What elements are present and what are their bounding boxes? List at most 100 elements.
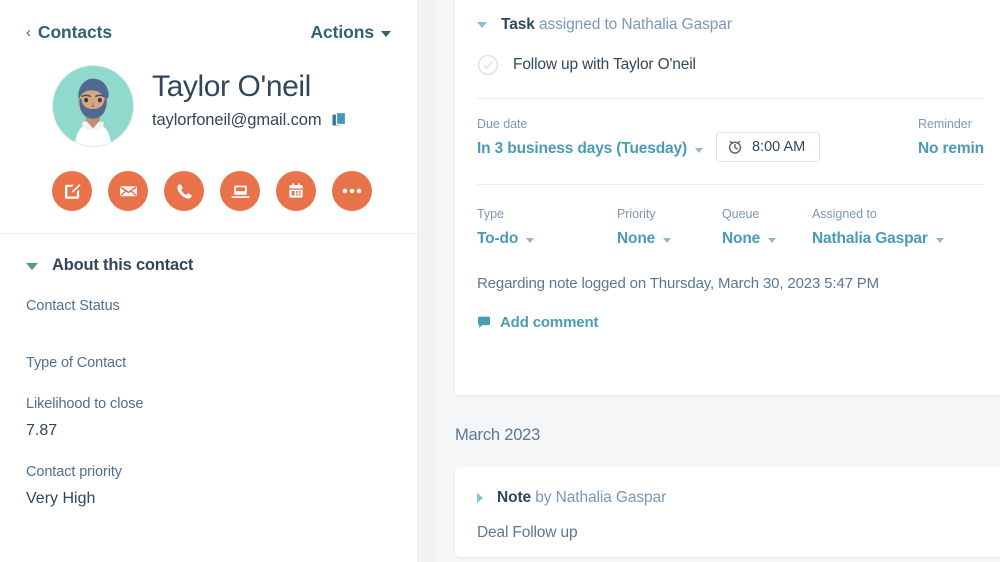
email-row: taylorfoneil@gmail.com	[152, 111, 347, 130]
field-label: Assigned to	[812, 207, 877, 221]
due-time-value: 8:00 AM	[752, 139, 806, 155]
property-value[interactable]: Very High	[26, 489, 391, 510]
chevron-down-icon	[381, 31, 391, 37]
call-button[interactable]	[164, 171, 204, 211]
property-value[interactable]: 7.87	[26, 421, 391, 442]
about-this-contact-section: About this contact Contact Status Type o…	[0, 234, 417, 510]
user-avatar-illustration	[53, 66, 133, 146]
contact-record-page: ‹ Contacts Actions Taylor O'neil taylorf…	[0, 0, 1000, 562]
field-value: None	[617, 230, 656, 247]
month-divider-label: March 2023	[455, 425, 541, 444]
about-section-header[interactable]: About this contact	[26, 256, 391, 275]
task-card-header[interactable]: Task assigned to Nathalia Gaspar	[455, 16, 1000, 34]
field-value: None	[722, 230, 761, 247]
copy-icon[interactable]	[332, 112, 347, 128]
task-assigned-to-dropdown[interactable]: Nathalia Gaspar	[812, 230, 944, 248]
month-divider: March 2023	[437, 403, 1000, 467]
field-value: Nathalia Gaspar	[812, 230, 928, 247]
due-time-input[interactable]: 8:00 AM	[716, 132, 821, 162]
reminder-value: No remin	[918, 140, 984, 157]
due-date-dropdown[interactable]: In 3 business days (Tuesday)	[477, 140, 703, 158]
contact-email: taylorfoneil@gmail.com	[152, 110, 322, 129]
chevron-down-icon	[526, 238, 535, 243]
note-author-text: by Nathalia Gaspar	[531, 489, 667, 506]
task-type-field: Type To-do	[477, 207, 617, 248]
property-label: Type of Contact	[26, 354, 127, 371]
field-label: Type	[477, 207, 504, 221]
note-button[interactable]	[52, 171, 92, 211]
email-button[interactable]	[108, 171, 148, 211]
comment-bubble-icon	[478, 316, 490, 328]
task-queue-dropdown[interactable]: None	[722, 230, 812, 248]
task-title-row: Follow up with Taylor O'neil	[455, 54, 1000, 76]
log-activity-button[interactable]	[220, 171, 260, 211]
task-attribute-row: Type To-do Priority None Queue None Assi…	[455, 207, 1000, 248]
task-due-date-row: Due date In 3 business days (Tuesday) 8:…	[455, 117, 1000, 162]
property-contact-status: Contact Status	[26, 297, 391, 316]
note-activity-card: Note by Nathalia Gaspar Deal Follow up	[455, 467, 1000, 557]
chevron-down-icon	[695, 148, 703, 153]
note-type-label: Note	[497, 489, 532, 506]
contact-identity: Taylor O'neil taylorfoneil@gmail.com	[26, 65, 391, 147]
chevron-down-icon	[935, 238, 944, 243]
reminder-field: Reminder No remin	[898, 117, 984, 158]
note-body-text: Deal Follow up	[477, 524, 578, 541]
field-label: Priority	[617, 207, 656, 221]
field-label: Queue	[722, 207, 760, 221]
due-date-field: Due date In 3 business days (Tuesday) 8:…	[477, 117, 821, 162]
field-value: To-do	[477, 230, 519, 247]
task-type-label: Task	[501, 16, 535, 33]
task-assignee-text: assigned to Nathalia Gaspar	[534, 16, 732, 33]
activity-timeline-panel: Task assigned to Nathalia Gaspar Follow …	[437, 0, 1000, 562]
check-circle-icon[interactable]	[477, 54, 499, 76]
task-activity-card: Task assigned to Nathalia Gaspar Follow …	[455, 0, 1000, 395]
task-regarding-note: Regarding note logged on Thursday, March…	[477, 275, 879, 292]
property-type-of-contact: Type of Contact	[26, 354, 391, 373]
task-priority-field: Priority None	[617, 207, 722, 248]
panel-gutter	[418, 0, 437, 562]
task-header-text: Task assigned to Nathalia Gaspar	[501, 16, 732, 34]
contact-sidebar: ‹ Contacts Actions Taylor O'neil taylorf…	[0, 0, 418, 562]
due-date-value: In 3 business days (Tuesday)	[477, 140, 687, 157]
due-date-controls: In 3 business days (Tuesday) 8:00 AM	[477, 131, 821, 162]
log-activity-icon	[230, 185, 250, 198]
chevron-down-icon	[768, 238, 777, 243]
note-card-header[interactable]: Note by Nathalia Gaspar	[455, 489, 1000, 507]
chevron-down-icon	[663, 238, 672, 243]
chevron-down-icon[interactable]	[477, 22, 487, 28]
reminder-dropdown[interactable]: No remin	[918, 140, 984, 158]
chevron-left-icon: ‹	[26, 24, 31, 41]
due-date-label: Due date	[477, 117, 528, 131]
back-to-contacts-link[interactable]: ‹ Contacts	[26, 22, 112, 43]
actions-label: Actions	[310, 22, 375, 42]
clock-icon	[728, 140, 742, 154]
task-type-dropdown[interactable]: To-do	[477, 230, 617, 248]
task-divider-1	[477, 98, 984, 99]
add-comment-button[interactable]: Add comment	[455, 314, 1000, 331]
sidebar-nav-bar: ‹ Contacts Actions	[26, 22, 391, 43]
task-name: Follow up with Taylor O'neil	[513, 56, 696, 73]
note-edit-icon	[64, 183, 81, 199]
meeting-button[interactable]	[276, 171, 316, 211]
chevron-right-icon[interactable]	[477, 493, 483, 503]
property-label: Contact priority	[26, 464, 122, 481]
more-actions-button[interactable]	[332, 171, 372, 211]
task-divider-2	[477, 184, 984, 185]
avatar	[52, 65, 134, 147]
quick-action-buttons	[26, 171, 391, 211]
property-label: Contact Status	[26, 298, 120, 314]
actions-dropdown-button[interactable]: Actions	[311, 22, 391, 43]
calendar-icon	[289, 183, 303, 198]
note-header-text: Note by Nathalia Gaspar	[497, 489, 666, 507]
add-comment-label: Add comment	[500, 314, 599, 331]
envelope-icon	[119, 186, 137, 197]
task-priority-dropdown[interactable]: None	[617, 230, 722, 248]
property-label: Likelihood to close	[26, 395, 144, 412]
property-likelihood-to-close: Likelihood to close 7.87	[26, 395, 391, 442]
reminder-label: Reminder	[918, 117, 972, 131]
sidebar-top: ‹ Contacts Actions Taylor O'neil taylorf…	[0, 0, 417, 211]
ellipsis-icon	[342, 188, 362, 194]
chevron-down-icon[interactable]	[26, 263, 38, 270]
back-link-label: Contacts	[37, 22, 112, 42]
phone-icon	[176, 183, 192, 199]
